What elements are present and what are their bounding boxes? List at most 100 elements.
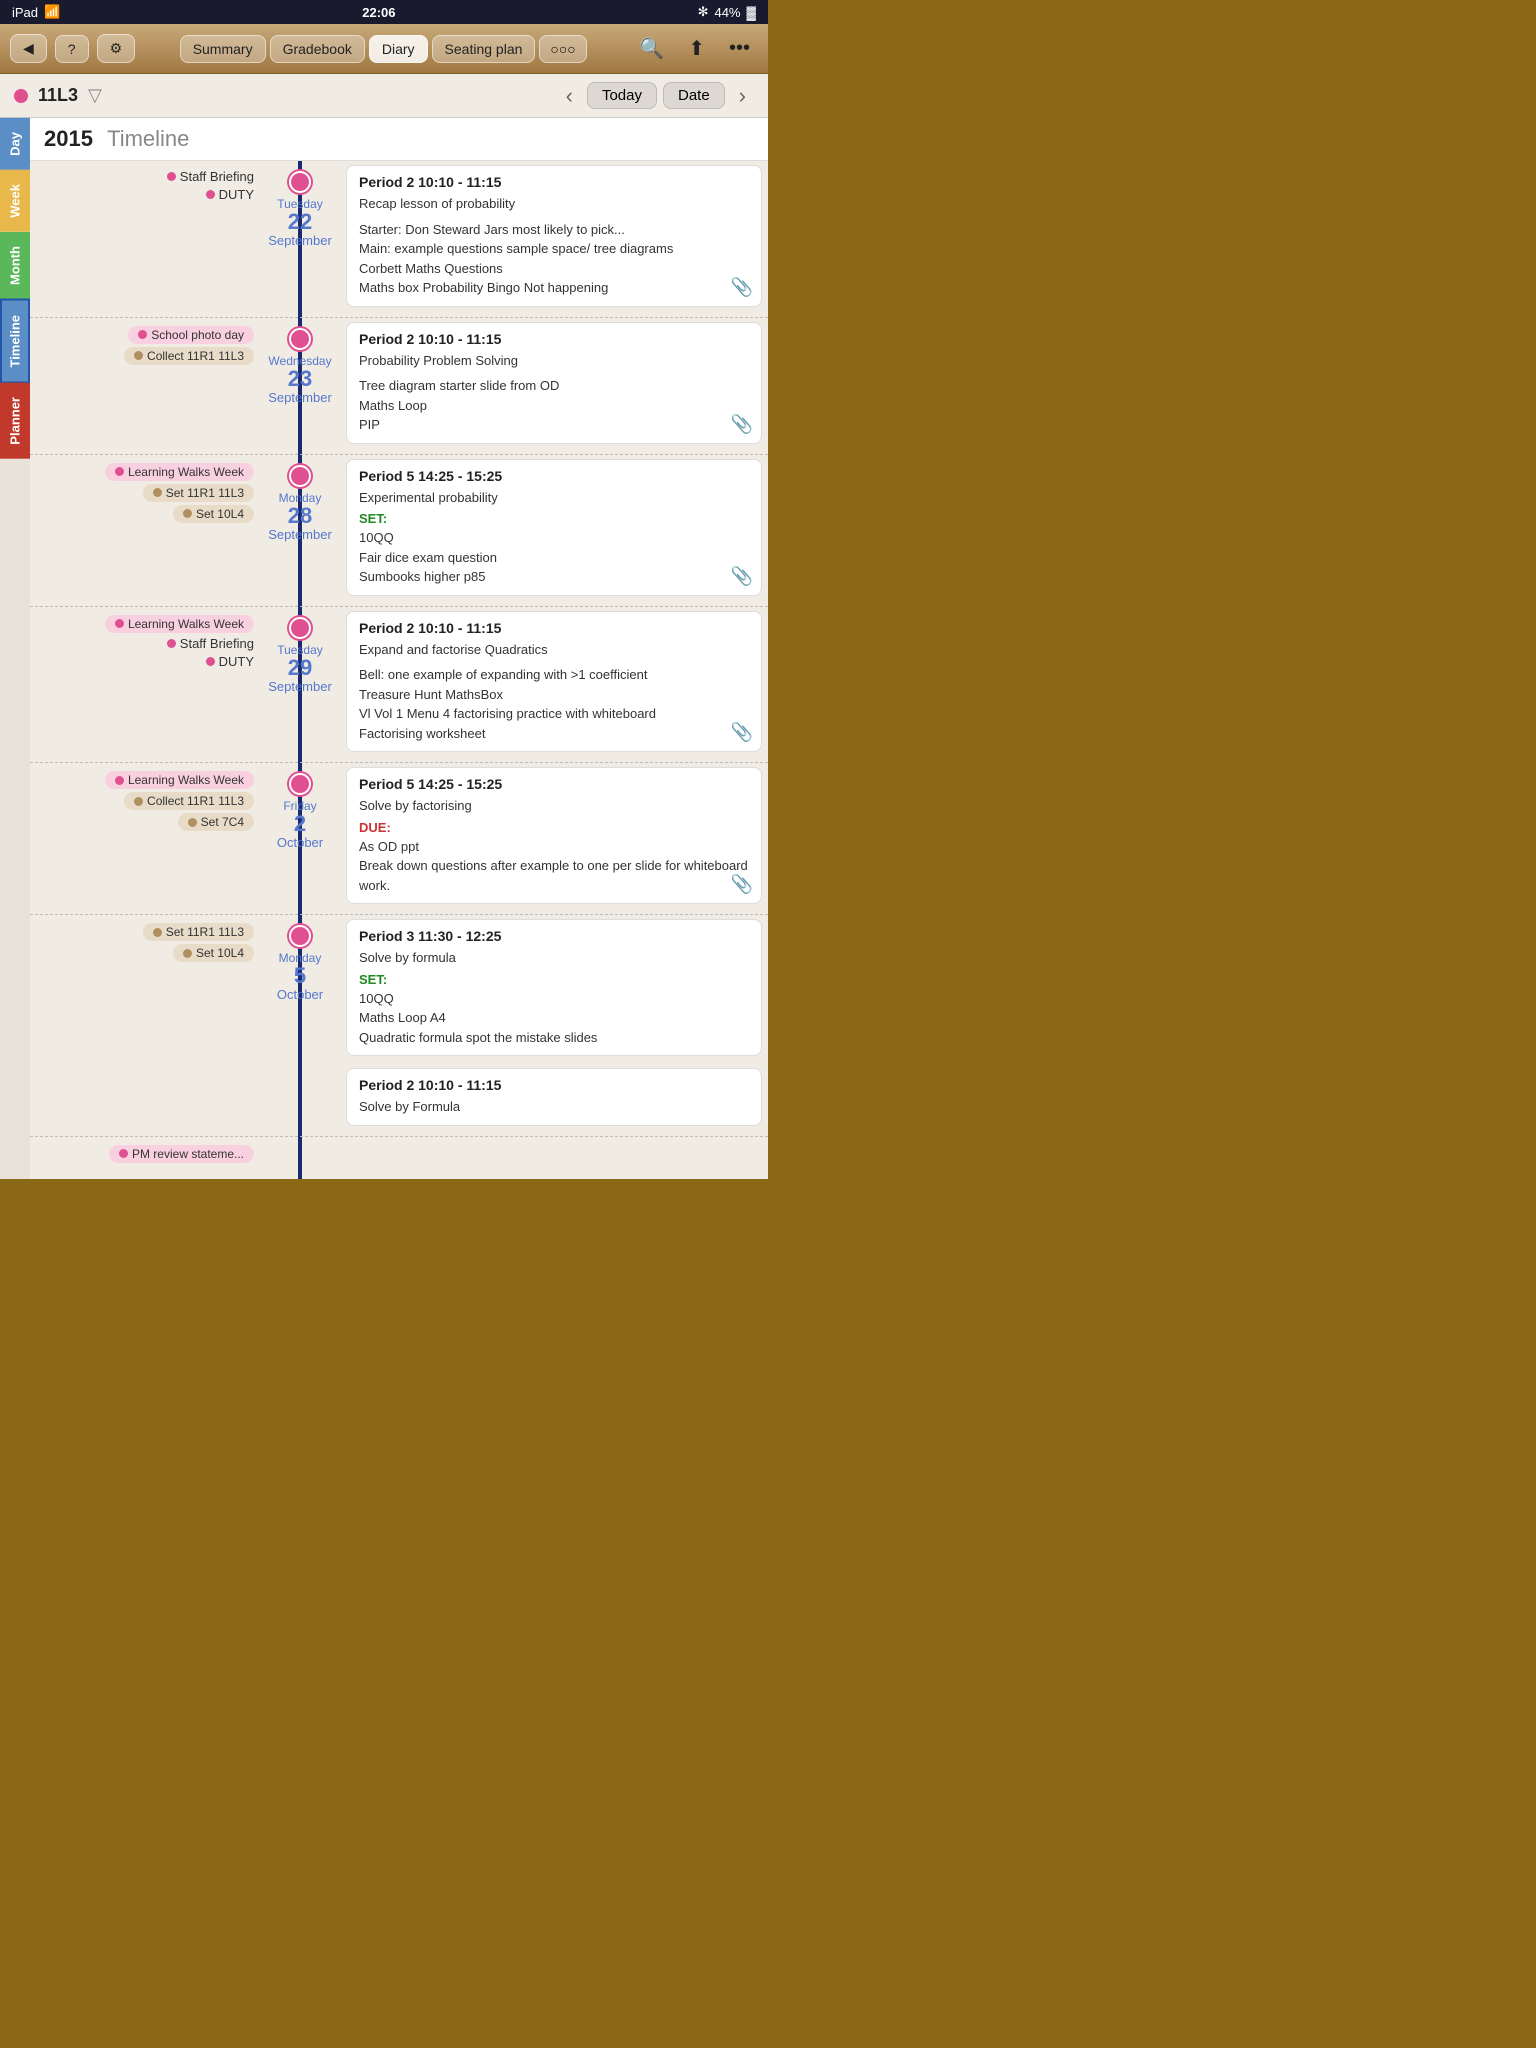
- tab-seating-plan[interactable]: Seating plan: [432, 35, 536, 63]
- entry-card: Period 2 10:10 - 11:15 Recap lesson of p…: [346, 165, 762, 307]
- event-staff-briefing-1: Staff Briefing: [167, 169, 254, 184]
- class-dot-indicator: [14, 89, 28, 103]
- dot: [115, 467, 124, 476]
- month-name: September: [268, 679, 332, 694]
- event-label: DUTY: [219, 654, 254, 669]
- tag-label: PM review stateme...: [132, 1147, 244, 1161]
- event-label: Staff Briefing: [180, 169, 254, 184]
- today-button[interactable]: Today: [587, 82, 657, 109]
- wifi-icon: 📶: [44, 4, 60, 20]
- dot: [188, 818, 197, 827]
- tag-label: Set 11R1 11L3: [166, 925, 244, 939]
- event-label: DUTY: [219, 187, 254, 202]
- event-tag-school-photo: School photo day: [128, 326, 254, 344]
- entry-card-period3: Period 3 11:30 - 12:25 Solve by formula …: [346, 919, 762, 1056]
- tag-label: Learning Walks Week: [128, 617, 244, 631]
- right-partial: [340, 1137, 768, 1171]
- entry-subtitle: Experimental probability: [359, 488, 749, 508]
- prev-arrow[interactable]: ‹: [558, 83, 581, 109]
- entry-body: 10QQMaths Loop A4Quadratic formula spot …: [359, 989, 749, 1048]
- tag-label: Set 7C4: [201, 815, 244, 829]
- timeline-body: Staff Briefing DUTY Tuesday 22 September: [30, 161, 768, 1179]
- entry-title: Period 5 14:25 - 15:25: [359, 776, 749, 792]
- class-name: 11L3: [38, 85, 78, 106]
- dot: [115, 776, 124, 785]
- entry-title: Period 2 10:10 - 11:15: [359, 331, 749, 347]
- tab-diary[interactable]: Diary: [369, 35, 428, 63]
- month-name: October: [277, 835, 323, 850]
- left-events-oct5: Set 11R1 11L3 Set 10L4: [30, 915, 260, 1136]
- sidebar-item-day[interactable]: Day: [0, 118, 30, 170]
- date-button[interactable]: Date: [663, 82, 725, 109]
- event-tag-set-7c4: Set 7C4: [178, 813, 254, 831]
- dot: [153, 488, 162, 497]
- search-button[interactable]: 🔍: [631, 32, 672, 65]
- day-num: 2: [294, 813, 306, 835]
- left-events-sept29: Learning Walks Week Staff Briefing DUTY: [30, 607, 260, 763]
- help-button[interactable]: ?: [55, 35, 89, 63]
- sidebar-item-month[interactable]: Month: [0, 232, 30, 299]
- event-tag-set-11r1-1: Set 11R1 11L3: [143, 484, 254, 502]
- entry-card: Period 2 10:10 - 11:15 Expand and factor…: [346, 611, 762, 753]
- date-dot: [289, 171, 311, 193]
- back-button[interactable]: ◀: [10, 34, 47, 63]
- month-name: September: [268, 390, 332, 405]
- entry-card-period2: Period 2 10:10 - 11:15 Solve by Formula: [346, 1068, 762, 1126]
- dot: [134, 797, 143, 806]
- date-marker-partial: [260, 1137, 340, 1171]
- event-duty-1: DUTY: [206, 187, 254, 202]
- dot: [183, 509, 192, 518]
- date-marker-sept23: Wednesday 23 September: [260, 318, 340, 454]
- year-header: 2015 Timeline: [30, 118, 768, 161]
- entry-card: Period 5 14:25 - 15:25 Experimental prob…: [346, 459, 762, 596]
- options-button[interactable]: •••: [721, 33, 758, 64]
- sidebar-item-timeline[interactable]: Timeline: [0, 299, 30, 384]
- entry-subtitle: Solve by factorising: [359, 796, 749, 816]
- right-events-oct2: Period 5 14:25 - 15:25 Solve by factoris…: [340, 763, 768, 914]
- entry-subtitle: Probability Problem Solving: [359, 351, 749, 371]
- event-tag-collect-11r1: Collect 11R1 11L3: [124, 347, 254, 365]
- clip-icon: 📎: [731, 874, 753, 895]
- day-num: 5: [294, 965, 306, 987]
- tag-label: Collect 11R1 11L3: [147, 349, 244, 363]
- year-label: 2015: [44, 126, 93, 151]
- right-events-sept28: Period 5 14:25 - 15:25 Experimental prob…: [340, 455, 768, 606]
- tab-summary[interactable]: Summary: [180, 35, 266, 63]
- date-dot: [289, 617, 311, 639]
- event-tag-set-11r1-2: Set 11R1 11L3: [143, 923, 254, 941]
- next-arrow[interactable]: ›: [731, 83, 754, 109]
- entry-title: Period 2 10:10 - 11:15: [359, 1077, 749, 1093]
- share-button[interactable]: ⬆: [680, 32, 713, 65]
- day-num: 22: [288, 211, 312, 233]
- month-name: September: [268, 233, 332, 248]
- date-dot: [289, 465, 311, 487]
- nav-tabs: Summary Gradebook Diary Seating plan ○○○: [143, 35, 623, 63]
- tag-label: Set 10L4: [196, 507, 244, 521]
- sidebar-item-planner[interactable]: Planner: [0, 383, 30, 459]
- dot: [153, 928, 162, 937]
- left-events-sept22: Staff Briefing DUTY: [30, 161, 260, 317]
- tag-label: Learning Walks Week: [128, 773, 244, 787]
- battery-icon: ▓: [747, 5, 756, 20]
- dot: [183, 949, 192, 958]
- right-events-oct5: Period 3 11:30 - 12:25 Solve by formula …: [340, 915, 768, 1136]
- event-label: Staff Briefing: [180, 636, 254, 651]
- clip-icon: 📎: [731, 414, 753, 435]
- date-dot: [289, 328, 311, 350]
- dot: [119, 1149, 128, 1158]
- entry-subtitle: Solve by formula: [359, 948, 749, 968]
- entry-body: 10QQFair dice exam questionSumbooks high…: [359, 528, 749, 587]
- sidebar-item-week[interactable]: Week: [0, 170, 30, 232]
- event-tag-learning-walks-2: Learning Walks Week: [105, 615, 254, 633]
- left-events-partial: PM review stateme...: [30, 1137, 260, 1171]
- ipad-label: iPad: [12, 5, 38, 20]
- section-sept22: Staff Briefing DUTY Tuesday 22 September: [30, 161, 768, 317]
- tab-more[interactable]: ○○○: [539, 35, 586, 63]
- tab-gradebook[interactable]: Gradebook: [270, 35, 365, 63]
- event-staff-briefing-2: Staff Briefing: [167, 636, 254, 651]
- entry-title: Period 5 14:25 - 15:25: [359, 468, 749, 484]
- date-marker-sept22: Tuesday 22 September: [260, 161, 340, 317]
- settings-button[interactable]: ⚙: [97, 34, 136, 63]
- month-name: September: [268, 527, 332, 542]
- tag-label: Set 10L4: [196, 946, 244, 960]
